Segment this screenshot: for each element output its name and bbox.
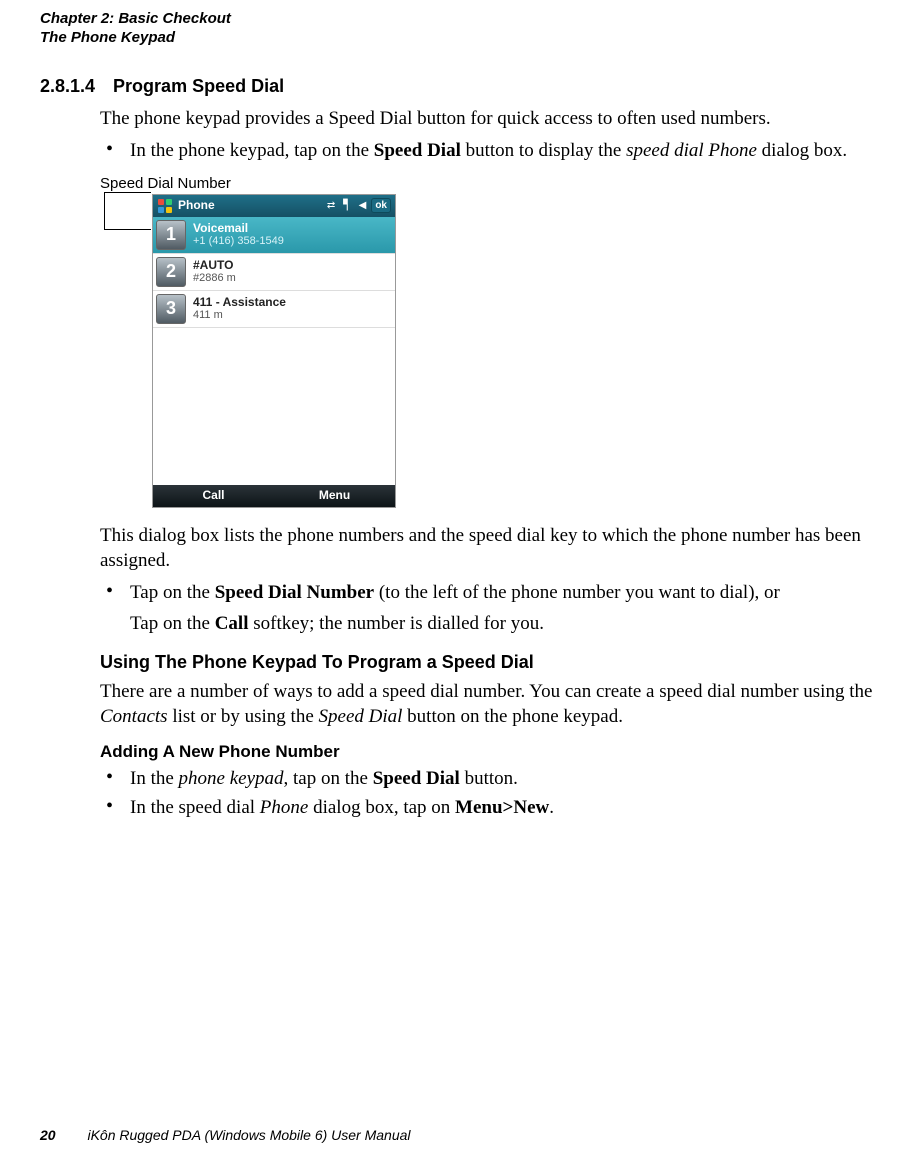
list-item: Tap on the Speed Dial Number (to the lef… [100,581,877,636]
bullet-list-1: In the phone keypad, tap on the Speed Di… [100,139,877,164]
contact-name: #AUTO [193,259,395,273]
contact-name: 411 - Assistance [193,296,395,310]
page-header: Chapter 2: Basic Checkout The Phone Keyp… [40,10,877,48]
text: button on the phone keypad. [402,706,623,727]
header-line2: The Phone Keypad [40,29,877,48]
section-heading: 2.8.1.4 Program Speed Dial [40,76,877,97]
section-number: 2.8.1.4 [40,76,95,97]
speed-dial-list: 1 Voicemail +1 (416) 358-1549 2 #AUTO #2… [153,217,395,485]
text-bold: Call [215,613,249,634]
titlebar-text: Phone [178,198,322,214]
text-bold: Speed Dial [373,768,460,789]
text: dialog box. [757,140,847,161]
text: Tap on the [130,613,215,634]
speed-dial-row[interactable]: 3 411 - Assistance 411 m [153,291,395,328]
list-item: In the speed dial Phone dialog box, tap … [100,796,877,821]
footer-title: iKôn Rugged PDA (Windows Mobile 6) User … [87,1127,410,1143]
contact-number: +1 (416) 358-1549 [193,235,395,248]
text: list or by using the [168,706,319,727]
list-item: In the phone keypad, tap on the Speed Di… [100,139,877,164]
speed-dial-number-key[interactable]: 1 [156,220,186,250]
menu-softkey[interactable]: Menu [274,485,395,507]
text: In the [130,768,179,789]
text-italic: Phone [260,797,309,818]
text-italic: phone keypad [179,768,284,789]
text-italic: speed dial Phone [626,140,757,161]
subheading-using-keypad: Using The Phone Keypad To Program a Spee… [100,651,877,674]
contact-name: Voicemail [193,222,395,236]
subheading-adding-number: Adding A New Phone Number [100,741,877,763]
text: In the phone keypad, tap on the [130,140,374,161]
header-line1: Chapter 2: Basic Checkout [40,10,231,27]
text-bold: Menu>New [455,797,549,818]
speed-dial-number-key[interactable]: 3 [156,294,186,324]
text: In the speed dial [130,797,260,818]
bullet-list-2: Tap on the Speed Dial Number (to the lef… [100,581,877,636]
phone-screenshot: Phone ⇄ ▝▏ ◀ ok 1 Voicemail +1 (416) 358… [152,194,396,508]
speed-dial-number-key[interactable]: 2 [156,257,186,287]
sub1-paragraph: There are a number of ways to add a spee… [100,680,877,729]
contact-number: #2886 m [193,272,395,285]
caption-bracket-icon [104,192,151,230]
page-footer: 20 iKôn Rugged PDA (Windows Mobile 6) Us… [40,1127,411,1143]
start-icon[interactable] [157,198,173,214]
sync-icon: ⇄ [327,199,335,212]
signal-icon: ▝▏ [339,199,354,212]
speed-dial-row[interactable]: 2 #AUTO #2886 m [153,254,395,291]
text-italic: Speed Dial [319,706,403,727]
intro-paragraph: The phone keypad provides a Speed Dial b… [100,107,877,132]
contact-number: 411 m [193,309,395,322]
figure-caption: Speed Dial Number [100,174,231,194]
text: button to display the [461,140,626,161]
list-item: In the phone keypad, tap on the Speed Di… [100,767,877,792]
figure-area: Speed Dial Number Phone ⇄ ▝▏ ◀ ok 1 [100,174,877,514]
section-title: Program Speed Dial [113,76,284,96]
bullet-list-3: In the phone keypad, tap on the Speed Di… [100,767,877,820]
text: Tap on the [130,582,215,603]
speed-dial-row[interactable]: 1 Voicemail +1 (416) 358-1549 [153,217,395,254]
status-icons: ⇄ ▝▏ ◀ [327,199,366,212]
text-bold: Speed Dial Number [215,582,374,603]
page-number: 20 [40,1127,56,1143]
text: softkey; the number is dialled for you. [248,613,544,634]
call-softkey[interactable]: Call [153,485,274,507]
ok-button[interactable]: ok [371,198,391,213]
text-italic: Contacts [100,706,168,727]
softkey-bar: Call Menu [153,485,395,507]
text: dialog box, tap on [308,797,455,818]
text: , tap on the [284,768,373,789]
after-figure-paragraph: This dialog box lists the phone numbers … [100,524,877,573]
text: (to the left of the phone number you wan… [374,582,780,603]
text: button. [460,768,518,789]
text-bold: Speed Dial [374,140,461,161]
phone-titlebar: Phone ⇄ ▝▏ ◀ ok [153,195,395,217]
text: . [549,797,554,818]
volume-icon: ◀ [359,199,367,212]
text: There are a number of ways to add a spee… [100,681,872,702]
